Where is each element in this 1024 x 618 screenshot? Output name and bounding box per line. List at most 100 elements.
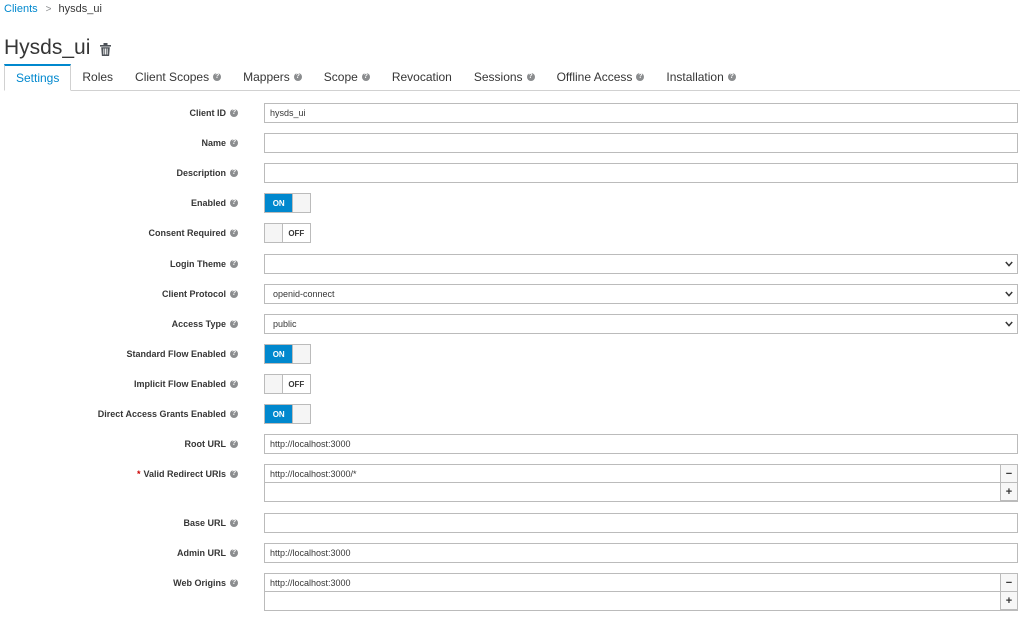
direct-access-label: Direct Access Grants Enabled? <box>98 404 238 424</box>
login-theme-select[interactable] <box>264 254 1018 274</box>
tab-mappers[interactable]: Mappers? <box>232 64 313 89</box>
valid-redirect-input[interactable]: http://localhost:3000/* − <box>264 464 1018 483</box>
page-header: Hysds_ui <box>4 36 112 60</box>
trash-icon[interactable] <box>100 42 112 56</box>
web-origins-input[interactable]: http://localhost:3000 − <box>264 573 1018 592</box>
tab-settings[interactable]: Settings <box>4 64 72 91</box>
admin-url-input[interactable]: http://localhost:3000 <box>264 543 1018 563</box>
consent-required-toggle[interactable]: OFF <box>264 223 311 243</box>
question-circle-icon[interactable]: ? <box>230 470 238 478</box>
name-label: Name? <box>201 133 238 153</box>
enabled-row: Enabled? ON <box>0 193 1024 213</box>
question-circle-icon[interactable]: ? <box>230 199 238 207</box>
root-url-input[interactable]: http://localhost:3000 <box>264 434 1018 454</box>
chevron-down-icon <box>1005 321 1013 327</box>
web-origins-new-input[interactable]: + <box>264 592 1018 611</box>
enabled-label: Enabled? <box>191 193 238 213</box>
minus-icon[interactable]: − <box>1000 464 1018 483</box>
toggle-state: ON <box>265 194 293 212</box>
label-text: Name <box>201 138 226 148</box>
tab-sessions[interactable]: Sessions? <box>463 64 546 89</box>
name-row: Name? <box>0 133 1024 153</box>
label-text: Admin URL <box>177 548 226 558</box>
implicit-flow-toggle[interactable]: OFF <box>264 374 311 394</box>
question-circle-icon[interactable]: ? <box>230 350 238 358</box>
direct-access-toggle[interactable]: ON <box>264 404 311 424</box>
required-marker: * <box>136 469 141 479</box>
standard-flow-toggle[interactable]: ON <box>264 344 311 364</box>
label-text: Standard Flow Enabled <box>126 349 226 359</box>
question-circle-icon[interactable]: ? <box>230 410 238 418</box>
question-circle-icon[interactable]: ? <box>230 260 238 268</box>
toggle-state: OFF <box>288 379 305 389</box>
valid-redirect-label: * Valid Redirect URIs? <box>137 464 238 484</box>
root-url-row: Root URL? http://localhost:3000 <box>0 434 1024 454</box>
breadcrumb-clients-link[interactable]: Clients <box>4 3 38 15</box>
name-input[interactable] <box>264 133 1018 153</box>
tab-label: Mappers <box>243 69 290 84</box>
description-input[interactable] <box>264 163 1018 183</box>
question-circle-icon[interactable]: ? <box>230 139 238 147</box>
base-url-row: Base URL? <box>0 513 1024 533</box>
question-circle-icon[interactable]: ? <box>230 380 238 388</box>
tab-label: Scope <box>323 69 358 84</box>
toggle-knob <box>265 224 283 242</box>
client-protocol-select[interactable]: openid-connect <box>264 284 1018 304</box>
standard-flow-row: Standard Flow Enabled? ON <box>0 344 1024 364</box>
valid-redirect-new-input[interactable]: + <box>264 483 1018 502</box>
access-type-select[interactable]: public <box>264 314 1018 334</box>
client-protocol-row: Client Protocol? openid-connect <box>0 284 1024 304</box>
base-url-input[interactable] <box>264 513 1018 533</box>
tab-client-scopes[interactable]: Client Scopes? <box>124 64 232 89</box>
client-id-label: Client ID? <box>189 103 238 123</box>
label-text: Enabled <box>190 198 226 208</box>
client-id-input[interactable]: hysds_ui <box>264 103 1018 123</box>
question-circle-icon[interactable]: ? <box>230 290 238 298</box>
login-theme-label: Login Theme? <box>170 254 238 274</box>
tab-revocation[interactable]: Revocation <box>381 64 463 89</box>
minus-icon[interactable]: − <box>1000 573 1018 592</box>
tab-roles[interactable]: Roles <box>71 64 124 89</box>
question-circle-icon[interactable]: ? <box>230 109 238 117</box>
enabled-toggle[interactable]: ON <box>264 193 311 213</box>
question-circle-icon: ? <box>361 72 370 81</box>
question-circle-icon: ? <box>213 72 222 81</box>
tab-offline-access[interactable]: Offline Access? <box>546 64 656 89</box>
question-circle-icon[interactable]: ? <box>230 320 238 328</box>
toggle-state: ON <box>265 405 293 423</box>
toggle-state: OFF <box>288 228 305 238</box>
label-text: Login Theme <box>170 259 226 269</box>
question-circle-icon: ? <box>293 72 302 81</box>
description-row: Description? <box>0 163 1024 183</box>
question-circle-icon: ? <box>727 72 736 81</box>
tab-bar: Settings Roles Client Scopes? Mappers? S… <box>4 64 1020 91</box>
label-text: Root URL <box>184 439 227 449</box>
web-origins-row: Web Origins? http://localhost:3000 − + <box>0 573 1024 611</box>
question-circle-icon[interactable]: ? <box>230 229 238 237</box>
question-circle-icon[interactable]: ? <box>230 169 238 177</box>
root-url-label: Root URL? <box>184 434 238 454</box>
question-circle-icon[interactable]: ? <box>230 440 238 448</box>
label-text: Direct Access Grants Enabled <box>97 409 226 419</box>
question-circle-icon[interactable]: ? <box>230 579 238 587</box>
web-origins-list: http://localhost:3000 − + <box>264 573 1018 611</box>
label-text: Client ID <box>189 108 226 118</box>
chevron-down-icon <box>1005 261 1013 267</box>
tab-scope[interactable]: Scope? <box>313 64 381 89</box>
plus-icon[interactable]: + <box>1000 592 1018 610</box>
access-type-label: Access Type? <box>172 314 238 334</box>
toggle-knob <box>292 345 310 363</box>
tab-label: Installation <box>666 69 724 84</box>
admin-url-row: Admin URL? http://localhost:3000 <box>0 543 1024 563</box>
tab-label: Settings <box>16 71 60 85</box>
label-text: Client Protocol <box>161 289 226 299</box>
question-circle-icon[interactable]: ? <box>230 549 238 557</box>
toggle-knob <box>292 405 310 423</box>
label-text: Implicit Flow Enabled <box>133 379 226 389</box>
direct-access-row: Direct Access Grants Enabled? ON <box>0 404 1024 424</box>
label-text: Web Origins <box>173 578 226 588</box>
question-circle-icon[interactable]: ? <box>230 519 238 527</box>
breadcrumb: Clients > hysds_ui <box>4 3 102 15</box>
tab-installation[interactable]: Installation? <box>655 64 746 89</box>
plus-icon[interactable]: + <box>1000 483 1018 501</box>
